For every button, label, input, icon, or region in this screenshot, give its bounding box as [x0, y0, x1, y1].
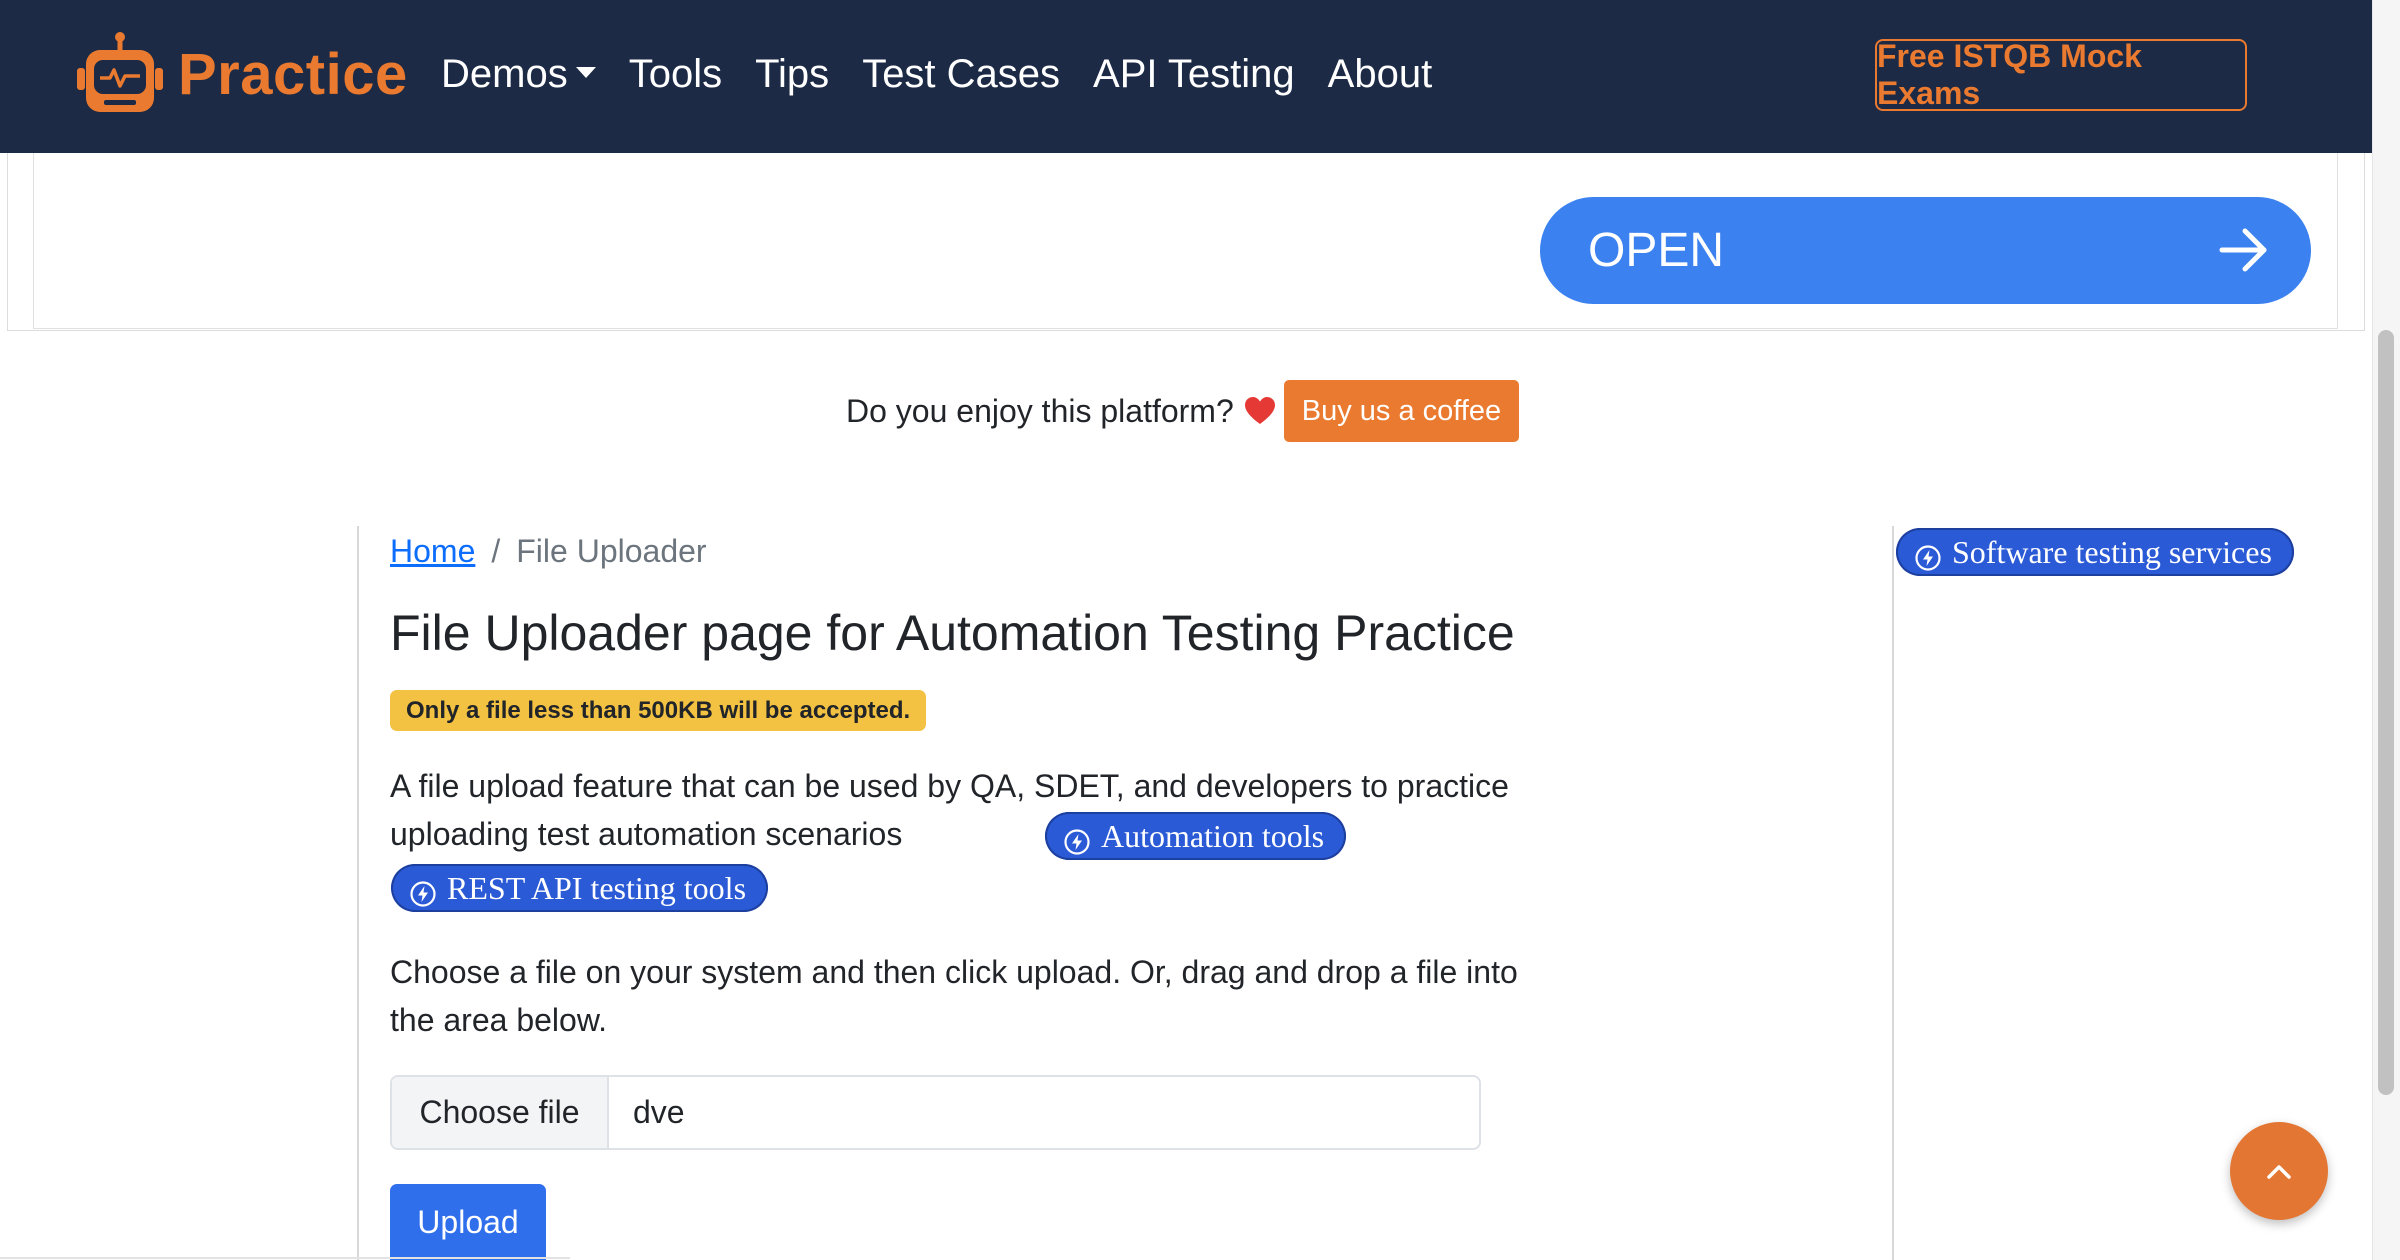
rest-api-testing-tools-label: REST API testing tools: [447, 869, 747, 906]
nav-tools[interactable]: Tools: [629, 52, 722, 97]
page-title: File Uploader page for Automation Testin…: [390, 605, 1515, 661]
automation-tools-pill[interactable]: Automation tools: [1045, 812, 1347, 860]
upload-button[interactable]: Upload: [390, 1184, 546, 1260]
brand-logo[interactable]: Practice: [74, 30, 408, 118]
breadcrumb-separator: /: [491, 533, 501, 569]
software-testing-services-pill[interactable]: Software testing services: [1896, 528, 2294, 576]
bolt-icon: [1915, 545, 1941, 571]
chevron-up-icon: [2267, 1165, 2291, 1179]
divider: [0, 1257, 570, 1259]
upload-instructions: Choose a file on your system and then cl…: [390, 954, 1518, 1038]
brand-name: Practice: [178, 41, 408, 107]
bolt-icon: [410, 881, 436, 907]
nav-demos[interactable]: Demos: [441, 52, 596, 97]
top-navbar: Practice Demos Tools Tips Test Cases API…: [0, 0, 2372, 153]
heart-icon: [1244, 397, 1275, 424]
ad-open-button[interactable]: OPEN: [1540, 197, 2311, 304]
rest-api-testing-tools-pill[interactable]: REST API testing tools: [391, 864, 769, 912]
page-description: A file upload feature that can be used b…: [390, 768, 1509, 852]
breadcrumb: Home / File Uploader: [390, 533, 707, 570]
nav-menu: Demos Tools Tips Test Cases API Testing …: [441, 52, 1465, 97]
breadcrumb-current: File Uploader: [516, 533, 707, 569]
nav-test-cases[interactable]: Test Cases: [862, 52, 1060, 97]
arrow-right-icon: [2219, 228, 2267, 272]
sidebar-border: [1892, 526, 1894, 1260]
file-input[interactable]: Choose file dve: [390, 1075, 1481, 1150]
support-text: Do you enjoy this platform?: [846, 392, 1234, 429]
back-to-top-button[interactable]: [2230, 1122, 2328, 1220]
robot-logo-icon: [77, 32, 163, 112]
file-size-warning-badge: Only a file less than 500KB will be acce…: [390, 690, 927, 731]
ad-open-label: OPEN: [1588, 224, 1725, 277]
buy-coffee-button[interactable]: Buy us a coffee: [1283, 380, 1520, 442]
support-banner: Do you enjoy this platform? Buy us a cof…: [846, 380, 1520, 442]
software-testing-services-label: Software testing services: [1952, 533, 2272, 570]
content-left-border: [357, 526, 359, 1260]
breadcrumb-home-link[interactable]: Home: [390, 533, 475, 570]
nav-demos-label: Demos: [441, 52, 568, 96]
nav-tips[interactable]: Tips: [755, 52, 829, 97]
caret-down-icon: [575, 66, 596, 78]
page-scrollbar-thumb[interactable]: [2378, 330, 2394, 1095]
choose-file-button[interactable]: Choose file: [392, 1077, 609, 1148]
nav-about[interactable]: About: [1328, 52, 1433, 97]
free-istqb-mock-exams-button[interactable]: Free ISTQB Mock Exams: [1875, 38, 2247, 111]
nav-api-testing[interactable]: API Testing: [1093, 52, 1295, 97]
automation-tools-label: Automation tools: [1101, 817, 1325, 854]
selected-file-name: dve: [633, 1094, 685, 1130]
bolt-icon: [1064, 829, 1090, 855]
